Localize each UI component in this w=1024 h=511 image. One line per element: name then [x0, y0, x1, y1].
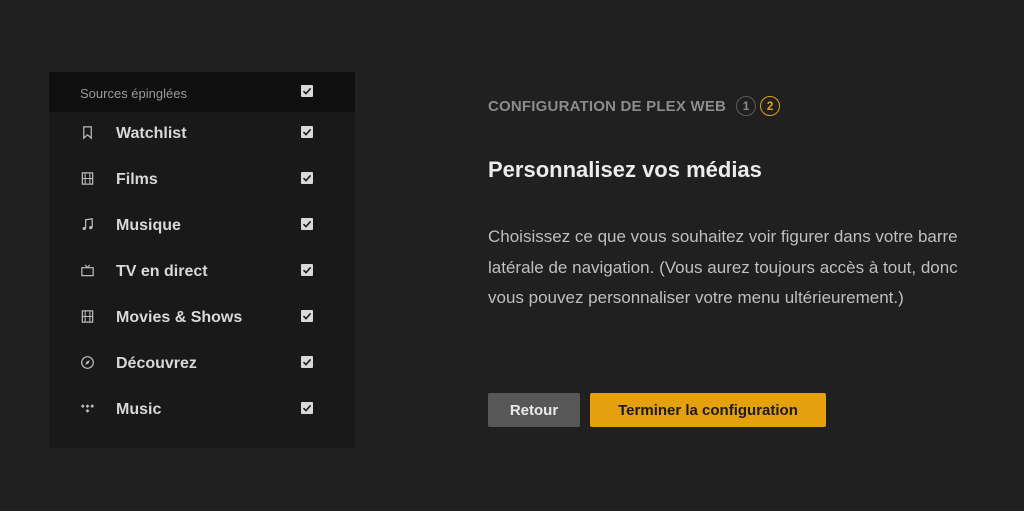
pinned-sources-header: Sources épinglées: [49, 72, 355, 112]
compass-icon: [79, 354, 95, 370]
sidebar-item-movies-shows[interactable]: Movies & Shows: [49, 296, 355, 342]
bookmark-icon: [79, 124, 95, 140]
sidebar-item-label: TV en direct: [116, 263, 208, 280]
pinned-sources-label: Sources épinglées: [80, 86, 187, 101]
sidebar-item-label: Movies & Shows: [116, 309, 243, 326]
step-indicator-2: 2: [760, 96, 781, 116]
step-indicator-1: 1: [736, 96, 757, 116]
sidebar-item-films[interactable]: Films: [49, 158, 355, 204]
sidebar-item-label: Découvrez: [116, 355, 197, 372]
decouvrez-checkbox[interactable]: [301, 356, 313, 368]
sidebar-item-label: Musique: [116, 217, 181, 234]
sidebar-item-musique[interactable]: Musique: [49, 204, 355, 250]
setup-header: CONFIGURATION DE PLEX WEB 1 2: [488, 94, 781, 118]
sidebar-item-watchlist[interactable]: Watchlist: [49, 112, 355, 158]
tv-icon: [79, 262, 95, 278]
pinned-sources-checkbox[interactable]: [301, 85, 313, 97]
sidebar-item-tv-en-direct[interactable]: TV en direct: [49, 250, 355, 296]
page-title: Personnalisez vos médias: [488, 157, 762, 182]
back-button[interactable]: Retour: [488, 393, 580, 427]
sidebar-item-label: Music: [116, 401, 162, 418]
page-description: Choisissez ce que vous souhaitez voir fi…: [488, 227, 958, 307]
sidebar-item-decouvrez[interactable]: Découvrez: [49, 342, 355, 388]
setup-title: CONFIGURATION DE PLEX WEB: [488, 97, 727, 115]
movies-shows-checkbox[interactable]: [301, 310, 313, 322]
films-checkbox[interactable]: [301, 172, 313, 184]
sidebar-item-label: Films: [116, 171, 158, 188]
music-note-icon: [79, 216, 95, 232]
sidebar-item-music[interactable]: Music: [49, 388, 355, 434]
finish-setup-button[interactable]: Terminer la configuration: [590, 393, 826, 427]
tidal-icon: [79, 400, 95, 416]
tv-en-direct-checkbox[interactable]: [301, 264, 313, 276]
pinned-sources-panel: Sources épinglées Watchlist Films Musiqu…: [49, 72, 355, 448]
music-checkbox[interactable]: [301, 402, 313, 414]
film-icon: [79, 170, 95, 186]
film-icon: [79, 308, 95, 324]
watchlist-checkbox[interactable]: [301, 126, 313, 138]
sidebar-item-label: Watchlist: [116, 125, 187, 142]
musique-checkbox[interactable]: [301, 218, 313, 230]
